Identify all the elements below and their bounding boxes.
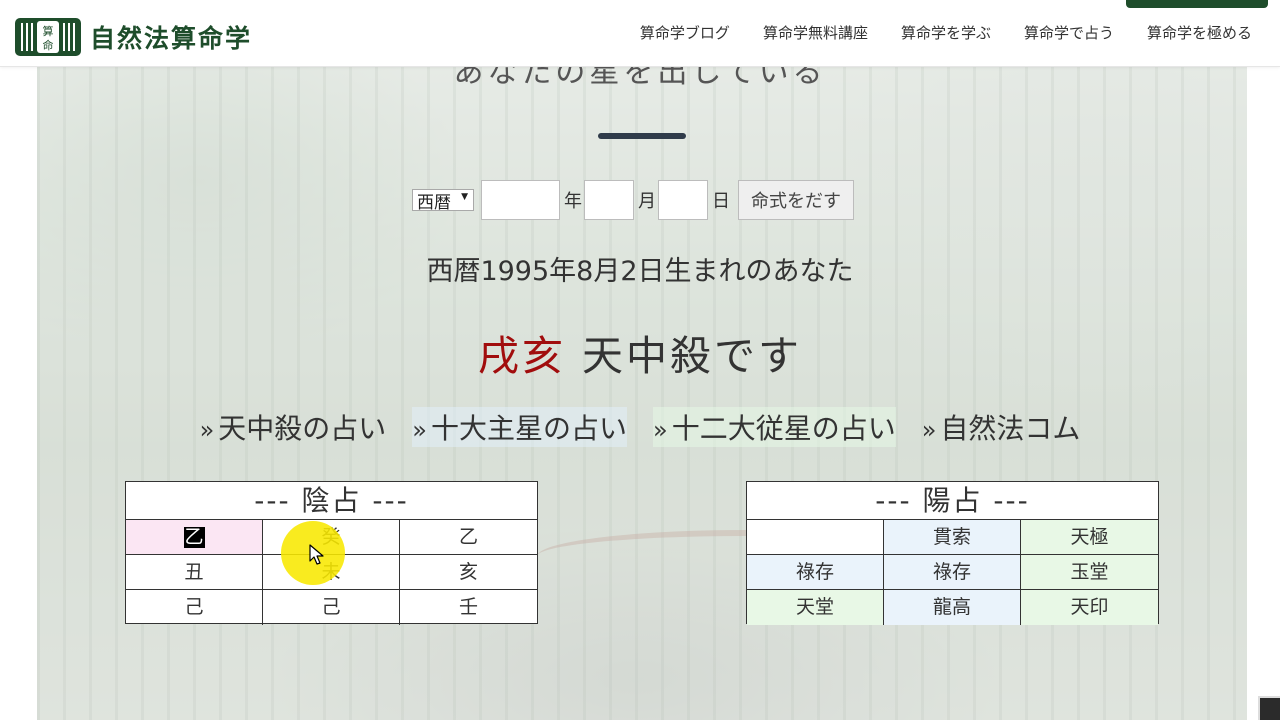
yin-cell-highlighted: 乙 xyxy=(183,526,205,548)
logo-mark-char-1: 算 xyxy=(43,24,54,38)
birthdate-result: 西暦1995年8月2日生まれのあなた xyxy=(426,256,854,287)
nav-item-free-course[interactable]: 算命学無料講座 xyxy=(763,22,868,43)
link-label: 自然法コム xyxy=(940,412,1081,445)
nav-item-learn[interactable]: 算命学を学ぶ xyxy=(901,22,991,43)
link-prefix: » xyxy=(412,416,427,444)
era-select[interactable]: 西暦 ▼ xyxy=(412,189,474,213)
yang-cell: 玉堂 xyxy=(1021,555,1158,590)
yin-cell: 己 xyxy=(263,590,400,625)
yang-table-grid: 貫索 天極 祿存 祿存 玉堂 天堂 龍高 天印 xyxy=(747,520,1158,625)
link-tenchusatsu[interactable]: » 天中殺の占い xyxy=(200,407,387,447)
day-unit-label: 日 xyxy=(712,191,730,212)
main-nav: 算命学ブログ 算命学無料講座 算命学を学ぶ 算命学で占う 算命学を極める xyxy=(640,22,1252,43)
dropdown-caret-icon: ▼ xyxy=(461,192,468,202)
birthdate-form: 西暦 ▼ 年 月 日 命式をだす xyxy=(412,180,854,220)
era-select-value: 西暦 xyxy=(417,192,451,213)
header-accent-tab[interactable] xyxy=(1126,0,1268,8)
day-input[interactable] xyxy=(658,180,708,220)
yang-cell: 天極 xyxy=(1021,520,1158,555)
logo-mark-icon: 算 命 xyxy=(15,18,81,56)
site-header: 算 命 自然法算命学 算命学ブログ 算命学無料講座 算命学を学ぶ 算命学で占う … xyxy=(0,0,1280,67)
yang-cell: 祿存 xyxy=(747,555,884,590)
logo-text: 自然法算命学 xyxy=(90,24,253,53)
link-label: 天中殺の占い xyxy=(218,412,387,445)
yin-cell: 癸 xyxy=(263,520,400,555)
yin-cell: 壬 xyxy=(458,596,478,618)
yin-cell: 亥 xyxy=(400,555,537,590)
submit-button[interactable]: 命式をだす xyxy=(738,180,854,220)
nav-item-master[interactable]: 算命学を極める xyxy=(1147,22,1252,43)
yin-cell: 丑 xyxy=(126,555,263,590)
logo-mark-char-2: 命 xyxy=(43,38,54,52)
yin-cell: 乙 xyxy=(400,520,537,555)
link-sub-stars[interactable]: » 十二大従星の占い xyxy=(653,407,896,447)
yin-cell: 未 xyxy=(263,555,400,590)
nav-item-fortune[interactable]: 算命学で占う xyxy=(1024,22,1114,43)
yang-cell: 龍高 xyxy=(884,590,1021,625)
scroll-to-top-button[interactable] xyxy=(1258,696,1280,720)
section-divider xyxy=(598,133,686,139)
link-prefix: » xyxy=(199,416,215,444)
month-unit-label: 月 xyxy=(638,191,656,212)
yin-cell: 己 xyxy=(126,590,263,625)
yang-table: --- 陽占 --- 貫索 天極 祿存 祿存 玉堂 天堂 龍高 天印 xyxy=(746,481,1159,625)
fortune-links: » 天中殺の占い » 十大主星の占い » 十二大従星の占い » 自然法コム xyxy=(0,407,1280,447)
link-main-stars[interactable]: » 十大主星の占い xyxy=(412,407,627,447)
link-label: 十二大従星の占い xyxy=(671,412,896,445)
yin-table: --- 陰占 --- 乙 癸 乙 丑 未 亥 己 己 壬 xyxy=(125,481,538,625)
page: あなたの星を出している 算 命 自然法算命学 算命学ブログ 算命学無料講座 算命… xyxy=(0,0,1280,720)
tenchusatsu-type: 戌亥 xyxy=(477,332,566,380)
yin-table-title: --- 陰占 --- xyxy=(126,482,537,520)
yang-cell: 天堂 xyxy=(747,590,884,625)
site-logo[interactable]: 算 命 自然法算命学 xyxy=(14,15,252,59)
year-unit-label: 年 xyxy=(564,191,582,212)
tenchusatsu-suffix: 天中殺です xyxy=(582,332,803,380)
month-input[interactable] xyxy=(584,180,634,220)
yang-cell: 天印 xyxy=(1021,590,1158,625)
link-label: 十大主星の占い xyxy=(430,412,627,445)
yang-table-title: --- 陽占 --- xyxy=(747,482,1158,520)
nav-item-blog[interactable]: 算命学ブログ xyxy=(640,22,730,43)
link-prefix: » xyxy=(921,416,937,444)
yin-cell: 乙 xyxy=(126,520,263,555)
year-input[interactable] xyxy=(481,180,560,220)
yang-cell: 祿存 xyxy=(884,555,1021,590)
link-prefix: » xyxy=(653,416,668,444)
tenchusatsu-result: 戌亥 天中殺です xyxy=(0,322,1280,382)
yang-cell: 貫索 xyxy=(884,520,1021,555)
link-shizenho[interactable]: » 自然法コム xyxy=(922,407,1081,447)
yin-table-grid: 乙 癸 乙 丑 未 亥 己 己 壬 xyxy=(126,520,537,625)
yang-cell xyxy=(747,520,884,555)
